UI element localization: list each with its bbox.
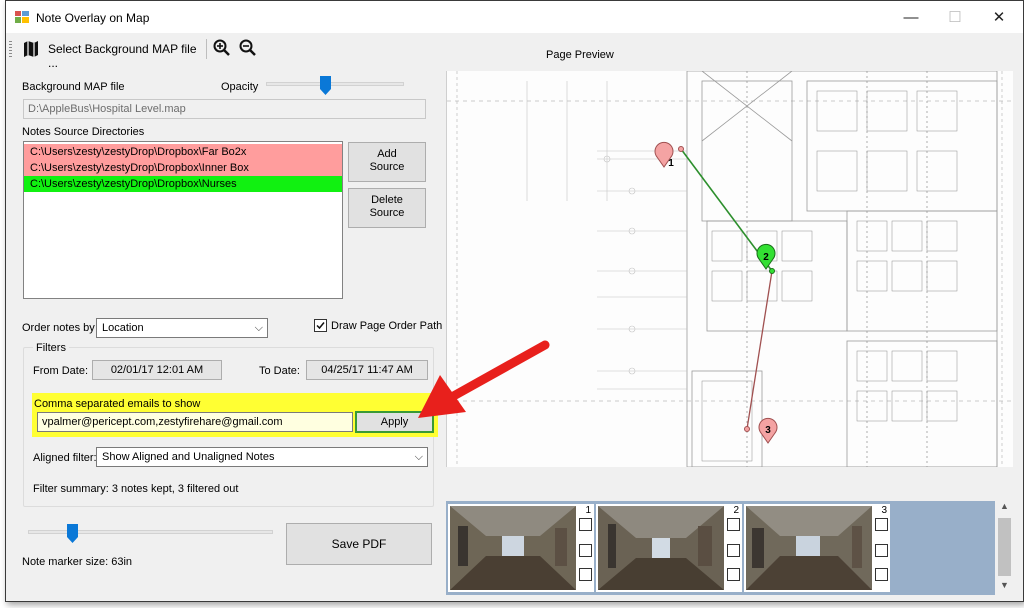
opacity-slider-track[interactable] [266,82,404,86]
app-window: Note Overlay on Map — ☐ ✕ Select Backgro… [5,0,1024,602]
list-item[interactable]: C:\Users\zesty\zestyDrop\Dropbox\Far Bo2… [24,144,342,160]
select-map-button[interactable]: Select Background MAP file ... [18,38,202,70]
minimize-button[interactable]: — [889,5,933,31]
scroll-down-icon[interactable]: ▼ [996,580,1013,595]
note-thumbnail[interactable]: 2 [596,504,742,592]
background-map-label: Background MAP file [22,81,125,93]
note-photo [450,506,576,590]
notes-source-label: Notes Source Directories [22,126,145,138]
zoom-in-button[interactable] [212,38,234,60]
order-notes-value: Location [102,322,144,334]
notes-source-list[interactable]: C:\Users\zesty\zestyDrop\Dropbox\Far Bo2… [23,141,343,299]
search-icon[interactable] [875,544,888,557]
order-notes-select[interactable]: Location ⌵ [96,318,268,338]
thumbnail-strip: 1 2 3 [446,501,995,595]
note-photo [598,506,724,590]
maximize-button[interactable]: ☐ [933,5,977,31]
list-item[interactable]: C:\Users\zesty\zestyDrop\Dropbox\Nurses [24,176,342,192]
order-notes-label: Order notes by [22,322,95,334]
toolbar: Select Background MAP file ... [6,33,1023,70]
from-date-label: From Date: [33,365,89,377]
from-date-field[interactable]: 02/01/17 12:01 AM [92,360,222,380]
list-item[interactable]: C:\Users\zesty\zestyDrop\Dropbox\Inner B… [24,160,342,176]
note-thumbnail[interactable]: 1 [448,504,594,592]
aligned-filter-value: Show Aligned and Unaligned Notes [102,451,275,463]
save-pdf-button[interactable]: Save PDF [286,523,432,565]
marker-size-slider-thumb[interactable] [67,524,79,543]
delete-source-line1: Delete [371,194,403,206]
map-preview[interactable]: 1 2 3 [446,71,1013,467]
thumbnail-number: 2 [733,505,739,516]
locate-icon[interactable] [579,518,592,531]
title-bar: Note Overlay on Map — ☐ ✕ [6,1,1023,33]
select-map-label: Select Background MAP file ... [48,42,197,70]
floor-plan: 1 2 3 [447,71,1013,467]
close-button[interactable]: ✕ [977,5,1021,31]
thumbnail-number: 1 [585,505,591,516]
open-image-icon[interactable] [579,568,592,581]
search-icon[interactable] [727,544,740,557]
filter-summary: Filter summary: 3 notes kept, 3 filtered… [33,483,239,495]
emails-input[interactable]: vpalmer@pericept.com,zestyfirehare@gmail… [37,412,353,432]
toolbar-grip[interactable] [9,41,12,57]
scroll-up-icon[interactable]: ▲ [996,501,1013,516]
opacity-label: Opacity [221,81,259,93]
zoom-out-icon [239,39,256,56]
delete-source-button[interactable]: Delete Source [348,188,426,228]
map-marker[interactable]: 1 [654,141,674,169]
aligned-filter-select[interactable]: Show Aligned and Unaligned Notes ⌵ [96,447,428,467]
map-marker-label: 3 [765,425,771,436]
note-photo [746,506,872,590]
add-source-button[interactable]: Add Source [348,142,426,182]
open-image-icon[interactable] [727,568,740,581]
locate-icon[interactable] [875,518,888,531]
chevron-down-icon: ⌵ [254,322,263,334]
filters-title: Filters [33,342,69,354]
page-preview-title: Page Preview [546,49,614,61]
thumbnail-scrollbar[interactable]: ▲ ▼ [996,501,1013,595]
apply-button[interactable]: Apply [355,411,434,433]
emails-label: Comma separated emails to show [34,398,201,410]
marker-size-label: Note marker size: 63in [22,556,133,568]
background-map-path: D:\AppleBus\Hospital Level.map [23,99,426,119]
note-thumbnail[interactable]: 3 [744,504,890,592]
search-icon[interactable] [579,544,592,557]
window-title: Note Overlay on Map [36,11,150,25]
map-marker[interactable]: 2 [756,243,776,270]
zoom-in-icon [213,39,230,56]
scroll-thumb[interactable] [998,518,1011,576]
chevron-down-icon: ⌵ [414,451,423,463]
add-source-line2: Source [369,161,405,173]
checkmark-icon [316,322,325,330]
zoom-out-button[interactable] [238,38,260,60]
to-date-field[interactable]: 04/25/17 11:47 AM [306,360,428,380]
delete-source-line2: Source [369,207,405,219]
draw-path-checkbox[interactable] [314,319,327,332]
marker-size-slider-track[interactable] [28,530,273,534]
to-date-label: To Date: [259,365,300,377]
map-icon [24,41,38,57]
open-image-icon[interactable] [875,568,888,581]
locate-icon[interactable] [727,518,740,531]
thumbnail-number: 3 [881,505,887,516]
opacity-slider-thumb[interactable] [320,76,331,95]
aligned-filter-label: Aligned filter: [33,452,97,464]
app-icon [15,11,29,23]
add-source-line1: Add [377,148,397,160]
draw-path-label[interactable]: Draw Page Order Path [331,320,442,332]
map-marker-label: 2 [763,252,769,263]
map-marker-label: 1 [668,158,674,169]
toolbar-separator [206,39,207,59]
